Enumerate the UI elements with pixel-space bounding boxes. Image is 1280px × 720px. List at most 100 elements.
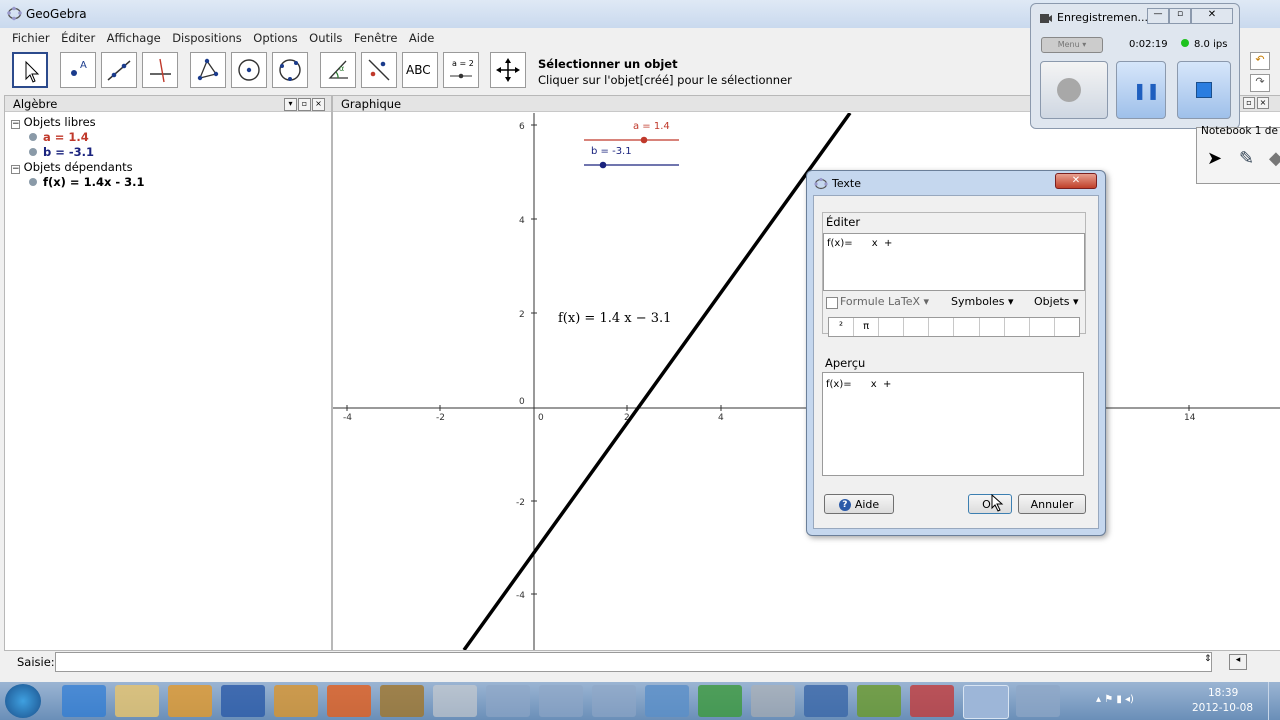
symbol-slot[interactable] bbox=[980, 318, 1005, 336]
algebra-item-b-text: b = -3.1 bbox=[43, 145, 95, 159]
menu-aide[interactable]: Aide bbox=[405, 28, 438, 48]
menu-outils[interactable]: Outils bbox=[305, 28, 346, 48]
show-desktop-button[interactable] bbox=[1268, 682, 1280, 720]
menu-editer[interactable]: Éditer bbox=[57, 28, 99, 48]
minimize-icon[interactable]: — bbox=[1147, 8, 1169, 24]
symbol-slot[interactable] bbox=[1030, 318, 1055, 336]
objects-dropdown[interactable]: Objets ▾ bbox=[1034, 295, 1079, 308]
panel-close-icon[interactable]: × bbox=[312, 98, 325, 111]
algebra-item-a[interactable]: a = 1.4 bbox=[11, 130, 145, 145]
close-icon[interactable]: ✕ bbox=[1191, 8, 1233, 24]
tool-slider[interactable]: a = 2 bbox=[443, 52, 479, 88]
symbol-squared-button[interactable]: ² bbox=[829, 318, 855, 336]
input-history-icon[interactable]: ⇕ bbox=[1204, 654, 1212, 664]
symbol-slot[interactable] bbox=[904, 318, 930, 336]
clock-time: 18:39 bbox=[1208, 687, 1239, 699]
app-icon[interactable] bbox=[804, 685, 848, 717]
geogebra-taskbar-icon[interactable] bbox=[539, 685, 583, 717]
pen-icon[interactable]: ✎ bbox=[1239, 148, 1254, 169]
panel-undock-icon[interactable]: ▫ bbox=[298, 98, 311, 111]
chrome-icon[interactable] bbox=[698, 685, 742, 717]
algebra-header: Algèbre ▾ ▫ × bbox=[5, 96, 331, 112]
tool-move-graphics[interactable] bbox=[490, 52, 526, 88]
symbol-slot[interactable] bbox=[879, 318, 905, 336]
cancel-button[interactable]: Annuler bbox=[1018, 494, 1086, 514]
symbol-slot[interactable] bbox=[1055, 318, 1079, 336]
visibility-dot-icon[interactable] bbox=[29, 133, 37, 141]
symbol-slot[interactable] bbox=[1005, 318, 1030, 336]
keyboard-toggle-icon[interactable]: ◂ bbox=[1229, 654, 1247, 670]
geogebra-taskbar-icon[interactable] bbox=[486, 685, 530, 717]
record-button[interactable] bbox=[1040, 61, 1108, 119]
latex-label[interactable]: Formule LaTeX ▾ bbox=[840, 295, 929, 308]
pause-button[interactable]: ❚❚ bbox=[1116, 61, 1166, 119]
slider-a-handle[interactable] bbox=[640, 136, 648, 144]
tool-angle[interactable]: α bbox=[320, 52, 356, 88]
dependent-objects-node[interactable]: − Objets dépendants bbox=[11, 160, 145, 175]
tool-reflect[interactable] bbox=[361, 52, 397, 88]
tool-point[interactable]: A bbox=[60, 52, 96, 88]
word-icon[interactable] bbox=[221, 685, 265, 717]
tool-polygon[interactable] bbox=[190, 52, 226, 88]
tray-icons[interactable]: ▴ ⚑ ▮ ◂) bbox=[1096, 694, 1134, 705]
input-field[interactable] bbox=[55, 652, 1212, 672]
input-bar: Saisie: ⇕ ◂ bbox=[0, 652, 1280, 674]
latex-checkbox[interactable] bbox=[826, 297, 838, 309]
menu-options[interactable]: Options bbox=[249, 28, 301, 48]
app-icon[interactable] bbox=[910, 685, 954, 717]
menu-dispositions[interactable]: Dispositions bbox=[168, 28, 246, 48]
app-icon[interactable] bbox=[380, 685, 424, 717]
slider-b-label: b = -3.1 bbox=[591, 146, 632, 157]
ie-icon[interactable] bbox=[62, 685, 106, 717]
outlook-icon[interactable] bbox=[168, 685, 212, 717]
tool-move[interactable] bbox=[12, 52, 48, 88]
function-text-label[interactable]: f(x) = 1.4 x − 3.1 bbox=[558, 311, 671, 326]
symbol-slot[interactable] bbox=[929, 318, 955, 336]
algebra-item-b[interactable]: b = -3.1 bbox=[11, 145, 145, 160]
app-icon[interactable] bbox=[1016, 685, 1060, 717]
symbol-pi-button[interactable]: π bbox=[854, 318, 880, 336]
select-arrow-icon[interactable]: ➤ bbox=[1207, 148, 1222, 169]
stop-button[interactable] bbox=[1177, 61, 1231, 119]
move-arrows-icon bbox=[496, 58, 520, 82]
edit-text-area[interactable]: f(x)= x + bbox=[823, 233, 1085, 291]
app-icon[interactable] bbox=[274, 685, 318, 717]
menu-affichage[interactable]: Affichage bbox=[103, 28, 165, 48]
dialog-close-icon[interactable]: ✕ bbox=[1055, 173, 1097, 189]
collapse-icon[interactable]: − bbox=[11, 165, 20, 174]
firefox-icon[interactable] bbox=[327, 685, 371, 717]
menu-fenetre[interactable]: Fenêtre bbox=[350, 28, 401, 48]
visibility-dot-icon[interactable] bbox=[29, 178, 37, 186]
symbols-dropdown[interactable]: Symboles ▾ bbox=[951, 295, 1014, 308]
visibility-dot-icon[interactable] bbox=[29, 148, 37, 156]
tool-perpendicular[interactable] bbox=[142, 52, 178, 88]
symbol-slot[interactable] bbox=[954, 318, 980, 336]
app-icon[interactable] bbox=[645, 685, 689, 717]
slider-b-handle[interactable] bbox=[599, 161, 607, 169]
geogebra-active-taskbar-icon[interactable] bbox=[963, 685, 1009, 719]
app-icon[interactable] bbox=[433, 685, 477, 717]
panel-menu-icon[interactable]: ▾ bbox=[284, 98, 297, 111]
help-button[interactable]: ? Aide bbox=[824, 494, 894, 514]
start-button-icon[interactable] bbox=[5, 684, 41, 718]
recorder-menu-dropdown[interactable]: Menu ▾ bbox=[1041, 37, 1103, 53]
panel-undock-icon[interactable]: ▫ bbox=[1243, 97, 1255, 109]
panel-close-icon[interactable]: × bbox=[1257, 97, 1269, 109]
explorer-icon[interactable] bbox=[115, 685, 159, 717]
function-graph-f[interactable] bbox=[462, 113, 852, 650]
app-icon[interactable] bbox=[857, 685, 901, 717]
collapse-icon[interactable]: − bbox=[11, 120, 20, 129]
redo-icon[interactable]: ↷ bbox=[1250, 74, 1270, 92]
menu-fichier[interactable]: Fichier bbox=[8, 28, 54, 48]
maximize-icon[interactable]: ▫ bbox=[1169, 8, 1191, 24]
geogebra-taskbar-icon[interactable] bbox=[592, 685, 636, 717]
eraser-icon[interactable]: ◆ bbox=[1269, 148, 1280, 169]
tool-line[interactable] bbox=[101, 52, 137, 88]
undo-icon[interactable]: ↶ bbox=[1250, 52, 1270, 70]
free-objects-node[interactable]: − Objets libres bbox=[11, 115, 145, 130]
tool-circle[interactable] bbox=[231, 52, 267, 88]
app-icon[interactable] bbox=[751, 685, 795, 717]
tool-text[interactable]: ABC bbox=[402, 52, 438, 88]
algebra-item-f[interactable]: f(x) = 1.4x - 3.1 bbox=[11, 175, 145, 190]
tool-circle-three-points[interactable] bbox=[272, 52, 308, 88]
